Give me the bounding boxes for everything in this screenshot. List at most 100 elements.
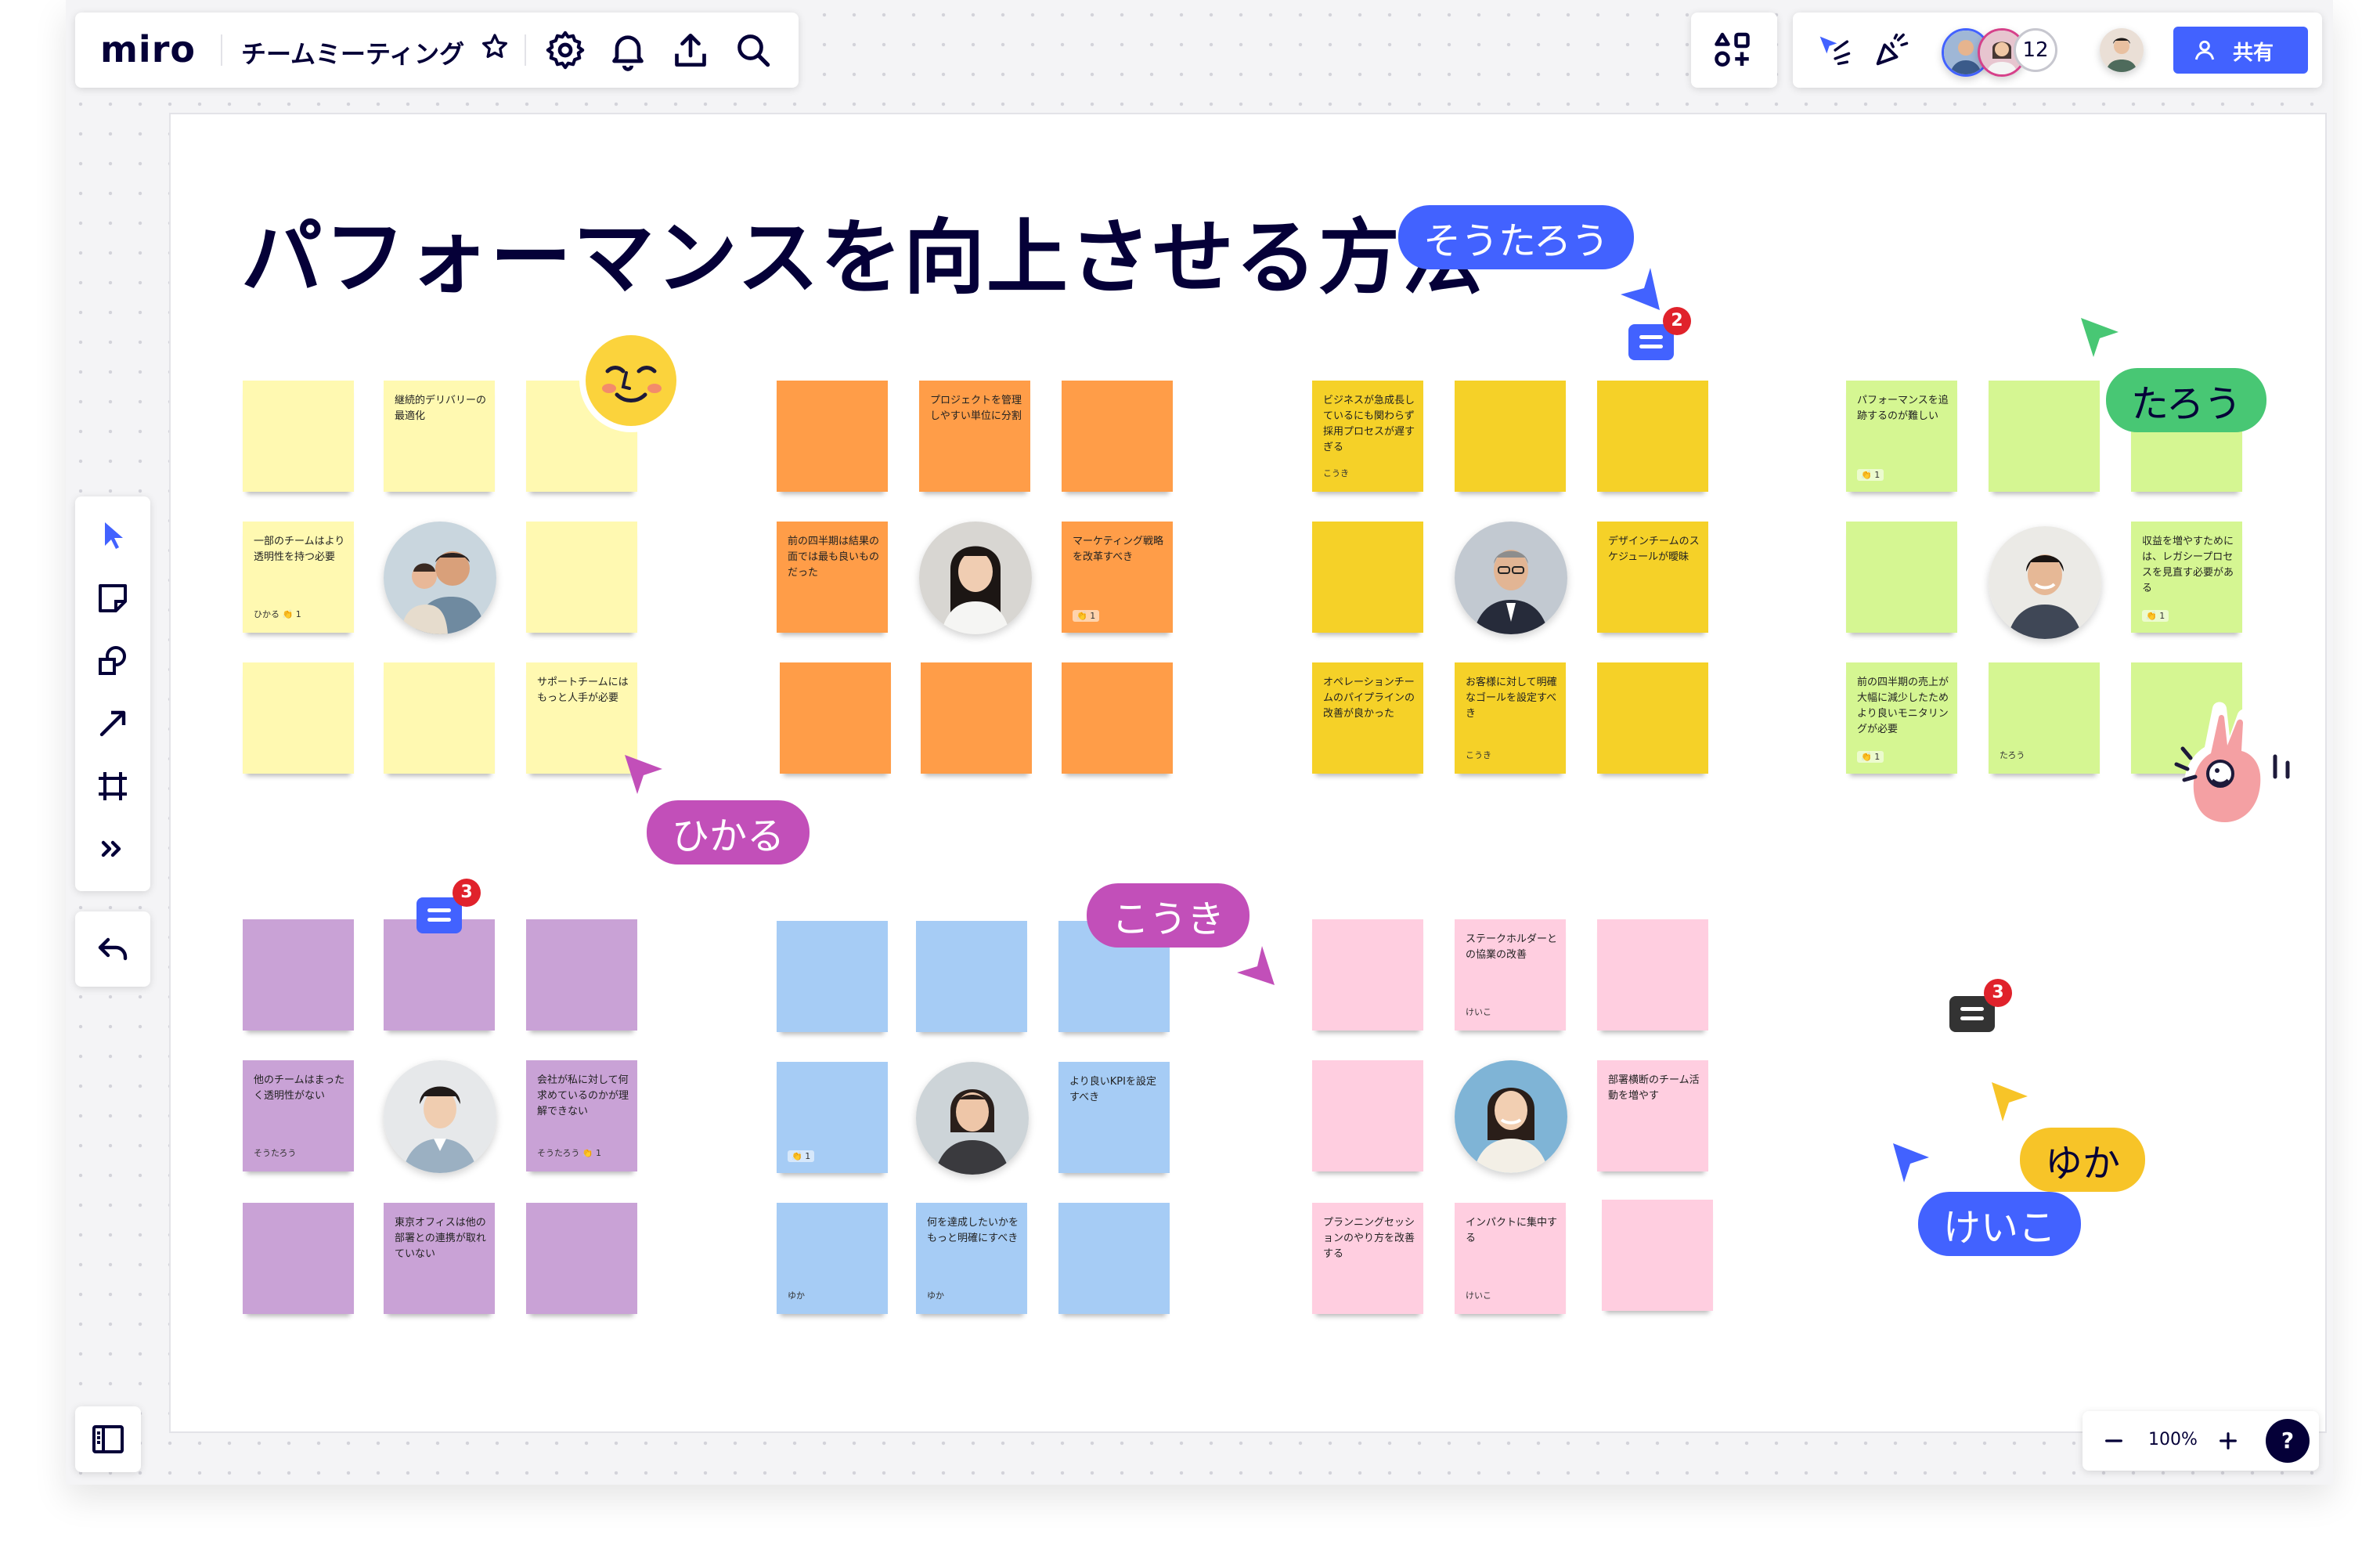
- participant-tag-hikaru: ひかる: [647, 800, 810, 865]
- cursor-arrow-icon: [2078, 316, 2122, 360]
- sticky-note[interactable]: [1058, 1203, 1170, 1314]
- sticky-note[interactable]: [916, 921, 1027, 1032]
- sticky-note[interactable]: [1597, 662, 1708, 774]
- sticky-note[interactable]: [1312, 919, 1423, 1031]
- apps-panel: [1691, 13, 1777, 88]
- sticky-note-author: そうたろう 👏 1: [537, 1146, 601, 1159]
- sticky-note-text: ステークホルダーとの協業の改善: [1466, 933, 1558, 961]
- comment-count-badge[interactable]: 3: [453, 879, 481, 907]
- comment-count-badge[interactable]: 3: [1984, 979, 2012, 1007]
- star-icon[interactable]: [479, 31, 510, 63]
- miro-logo[interactable]: miro: [100, 28, 196, 70]
- celebrate-icon[interactable]: [1871, 30, 1912, 70]
- upload-icon[interactable]: [669, 28, 712, 72]
- sticky-note[interactable]: 前の四半期は結果の面では最も良いものだった: [777, 522, 888, 633]
- sticky-note[interactable]: [526, 919, 637, 1031]
- sticky-note[interactable]: 一部のチームはより透明性を持つ必要 ひかる 👏 1: [243, 522, 354, 633]
- sticky-note[interactable]: [1989, 381, 2100, 492]
- search-icon[interactable]: [731, 28, 775, 72]
- sticky-note[interactable]: マーケティング戦略を改革すべき 👏 1: [1062, 522, 1173, 633]
- sticky-note[interactable]: [243, 1203, 354, 1314]
- undo-icon[interactable]: [94, 930, 132, 968]
- sticky-note[interactable]: [1597, 919, 1708, 1031]
- sticky-note[interactable]: 部署横断のチーム活動を増やす: [1597, 1060, 1708, 1171]
- shapes-tool[interactable]: [94, 642, 132, 680]
- bell-icon[interactable]: [606, 28, 650, 72]
- sticky-note[interactable]: 前の四半期の売上が大幅に減少したためより良いモニタリングが必要 👏 1: [1846, 662, 1957, 774]
- sticky-note[interactable]: [1455, 381, 1566, 492]
- board-title[interactable]: チームミーティング: [241, 34, 464, 70]
- sticky-note[interactable]: サポートチームにはもっと人手が必要: [526, 662, 637, 774]
- select-cursor-tool[interactable]: [94, 517, 132, 554]
- sticky-note[interactable]: 継続的デリバリーの最適化: [384, 381, 495, 492]
- comment-bubble[interactable]: [416, 897, 462, 933]
- sticky-note[interactable]: [243, 662, 354, 774]
- frame-tool[interactable]: [94, 767, 132, 805]
- sticky-note[interactable]: [1312, 522, 1423, 633]
- sticky-note[interactable]: お客様に対して明確なゴールを設定すべき こうき: [1455, 662, 1566, 774]
- settings-icon[interactable]: [543, 28, 587, 72]
- more-tools-icon[interactable]: [94, 830, 132, 868]
- team-photo-avatar: [916, 1062, 1029, 1175]
- comment-line: [1639, 345, 1663, 348]
- board-heading: パフォーマンスを向上させる方法: [241, 210, 1484, 305]
- arrow-line-tool[interactable]: [94, 705, 132, 742]
- sticky-note-text: 一部のチームはより透明性を持つ必要: [254, 536, 345, 563]
- zoom-in-icon[interactable]: [2216, 1428, 2241, 1453]
- sticky-note[interactable]: [526, 522, 637, 633]
- zoom-level[interactable]: 100%: [2148, 1430, 2198, 1449]
- cursor-reaction-icon[interactable]: [1813, 30, 1854, 70]
- sticky-note[interactable]: 会社が私に対して何求めているのかが理解できない そうたろう 👏 1: [526, 1060, 637, 1171]
- sticky-note[interactable]: プランニングセッションのやり方を改善する: [1312, 1203, 1423, 1314]
- sticky-note[interactable]: パフォーマンスを追跡するのが難しい 👏 1: [1846, 381, 1957, 492]
- current-user-avatar[interactable]: [2100, 28, 2144, 72]
- collaborator-count-badge[interactable]: 12: [2014, 28, 2057, 72]
- sticky-note[interactable]: [384, 662, 495, 774]
- sticky-note[interactable]: [777, 381, 888, 492]
- sticky-note[interactable]: より良いKPIを設定すべき: [1058, 1062, 1170, 1173]
- sticky-note[interactable]: [1602, 1200, 1713, 1311]
- sticky-note[interactable]: 収益を増やすためには、レガシープロセスを見直す必要がある 👏 1: [2131, 522, 2242, 633]
- sticky-note[interactable]: [780, 662, 891, 774]
- sticky-note[interactable]: インパクトに集中する けいこ: [1455, 1203, 1566, 1314]
- sticky-note[interactable]: [243, 381, 354, 492]
- sticky-note[interactable]: 他のチームはまったく透明性がない そうたろう: [243, 1060, 354, 1171]
- sticky-note-text: 前の四半期の売上が大幅に減少したためより良いモニタリングが必要: [1857, 677, 1949, 735]
- sticky-note[interactable]: ステークホルダーとの協業の改善 けいこ: [1455, 919, 1566, 1031]
- sticky-note[interactable]: [921, 662, 1032, 774]
- apps-icon[interactable]: [1711, 27, 1758, 74]
- help-button[interactable]: ?: [2266, 1419, 2310, 1463]
- ok-hand-sticker[interactable]: [2161, 689, 2302, 838]
- sticky-note[interactable]: [384, 919, 495, 1031]
- sticky-note-text: プランニングセッションのやり方を改善する: [1323, 1217, 1415, 1260]
- zoom-out-icon[interactable]: [2101, 1428, 2126, 1453]
- sticky-note[interactable]: プロジェクトを管理しやすい単位に分割: [919, 381, 1030, 492]
- comment-line: [1639, 335, 1663, 339]
- sticky-note[interactable]: デザインチームのスケジュールが曖昧: [1597, 522, 1708, 633]
- sticky-note[interactable]: [1597, 381, 1708, 492]
- sticky-note[interactable]: たろう: [1989, 662, 2100, 774]
- sticky-note[interactable]: [526, 1203, 637, 1314]
- sticky-note[interactable]: 東京オフィスは他の部署との連携が取れていない: [384, 1203, 495, 1314]
- sticky-note-tool[interactable]: [94, 579, 132, 617]
- author-name: そうたろう: [537, 1148, 580, 1158]
- share-button[interactable]: 共有: [2173, 27, 2308, 74]
- sticky-note[interactable]: 何を達成したいかをもっと明確にすべき ゆか: [916, 1203, 1027, 1314]
- smiley-face-sticker[interactable]: [576, 326, 686, 435]
- sticky-note[interactable]: [1846, 522, 1957, 633]
- comment-count-badge[interactable]: 2: [1663, 307, 1691, 335]
- sticky-note-author: ゆか: [927, 1290, 944, 1301]
- sticky-note[interactable]: ビジネスが急成長しているにも関わらず採用プロセスが遅すぎる こうき: [1312, 381, 1423, 492]
- sticky-note[interactable]: [243, 919, 354, 1031]
- top-right-toolbar: 12 共有: [1793, 13, 2322, 88]
- sticky-note-text: 他のチームはまったく透明性がない: [254, 1074, 345, 1102]
- sticky-note[interactable]: [1312, 1060, 1423, 1171]
- sticky-note[interactable]: [1062, 662, 1173, 774]
- sticky-note[interactable]: 👏 1: [777, 1062, 888, 1173]
- sticky-note-text: より良いKPIを設定すべき: [1069, 1076, 1156, 1103]
- sidebar-toggle-icon[interactable]: [89, 1420, 127, 1458]
- sticky-note[interactable]: [777, 921, 888, 1032]
- sticky-note[interactable]: [1062, 381, 1173, 492]
- sticky-note[interactable]: オペレーションチームのパイプラインの改善が良かった: [1312, 662, 1423, 774]
- sticky-note[interactable]: ゆか: [777, 1203, 888, 1314]
